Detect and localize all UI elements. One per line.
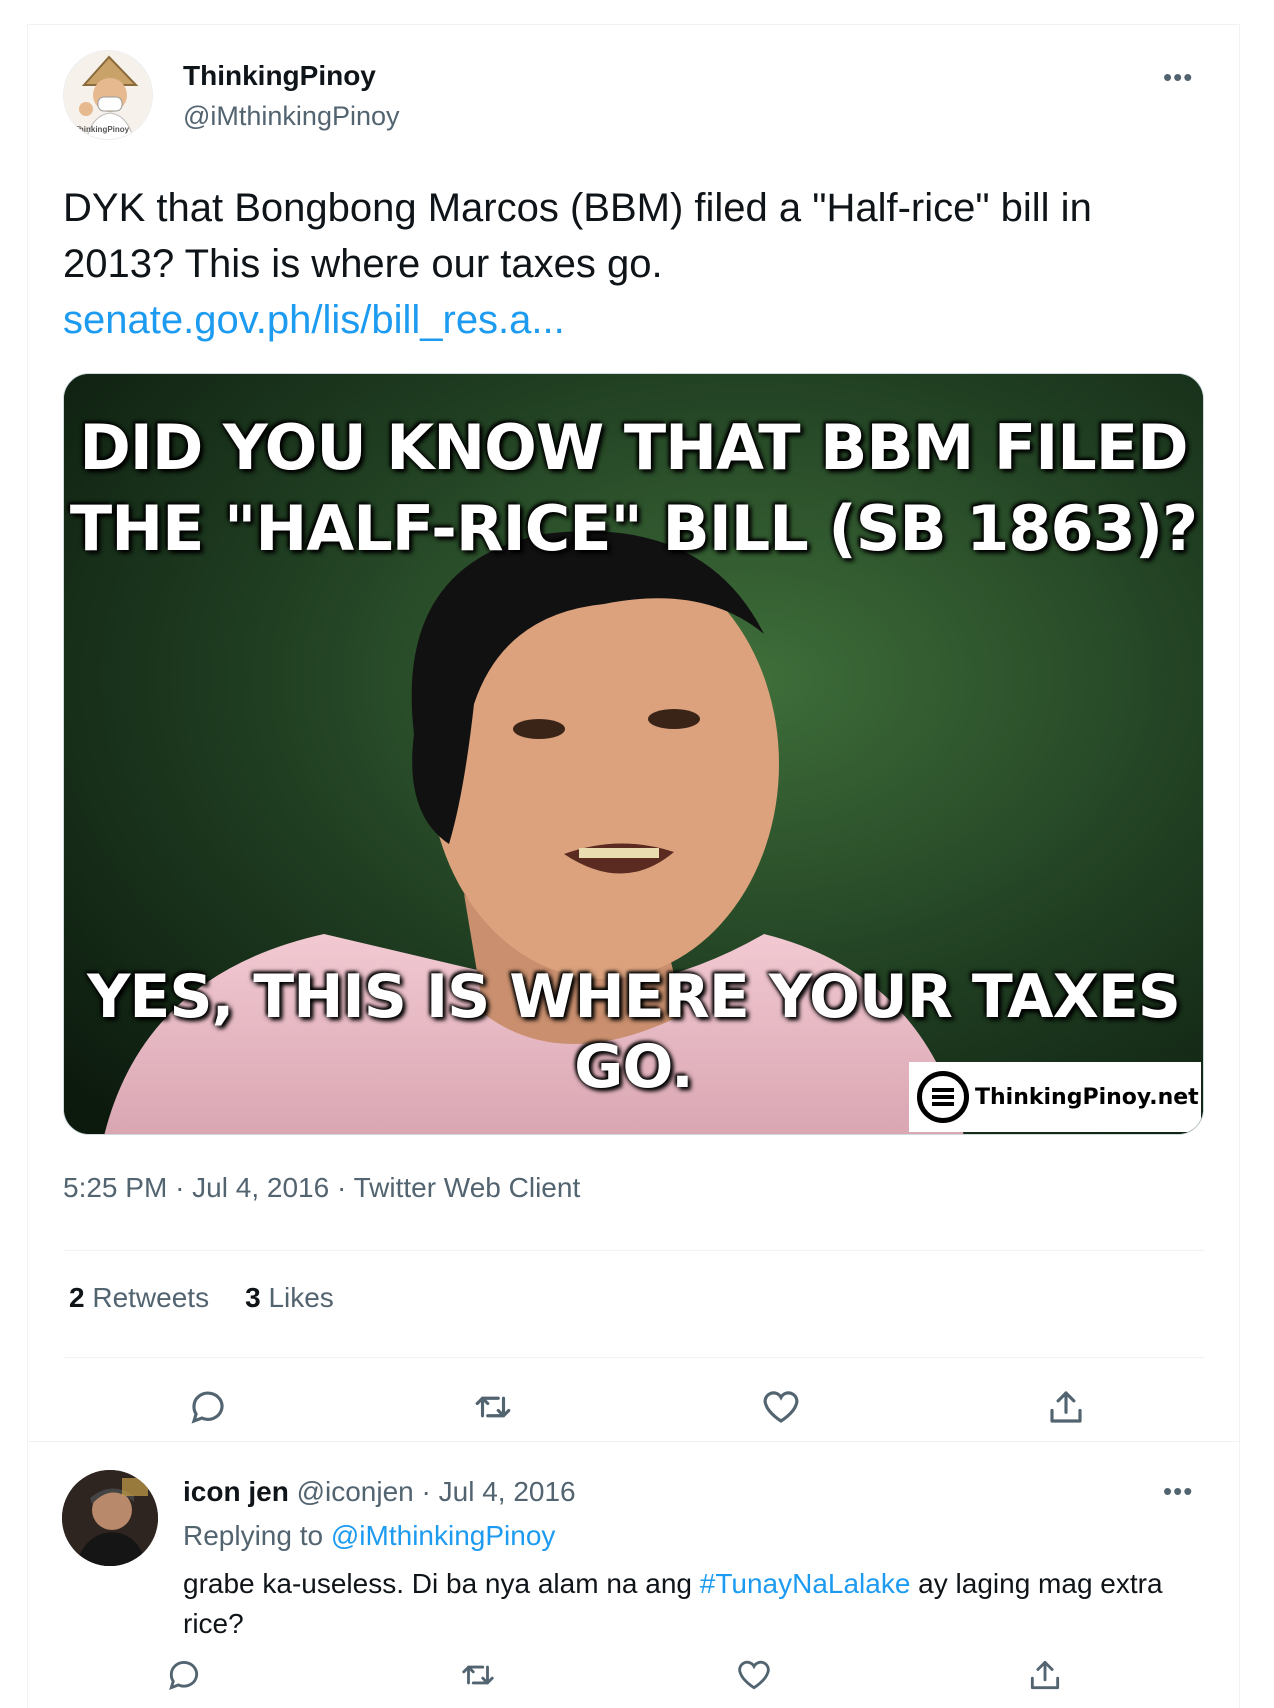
reply-text-before: grabe ka-useless. Di ba nya alam na ang — [183, 1568, 700, 1599]
reply-text: grabe ka-useless. Di ba nya alam na ang … — [183, 1564, 1193, 1644]
retweets-count: 2 — [69, 1282, 85, 1313]
reply-avatar[interactable] — [62, 1470, 158, 1566]
reply-avatar-photo — [62, 1470, 158, 1566]
meme-caption-line-2: THE "HALF-RICE" BILL (SB 1863)? — [69, 492, 1198, 565]
reply-author-name[interactable]: icon jen — [183, 1476, 289, 1507]
menu-bubble-icon — [917, 1071, 969, 1123]
reply-date[interactable]: Jul 4, 2016 — [439, 1476, 576, 1507]
heart-icon[interactable] — [756, 1382, 806, 1432]
reply-bubble-icon[interactable] — [159, 1650, 209, 1700]
tweet-link[interactable]: senate.gov.ph/lis/bill_res.a... — [63, 292, 1183, 348]
replying-to-mention[interactable]: @iMthinkingPinoy — [331, 1520, 556, 1551]
watermark-text: ThinkingPinoy.net — [975, 1084, 1199, 1110]
more-dots-icon[interactable]: ••• — [1163, 1478, 1193, 1504]
tweet-actions — [63, 1382, 1204, 1442]
tweet-body: DYK that Bongbong Marcos (BBM) filed a "… — [63, 186, 1092, 286]
tweet-text: DYK that Bongbong Marcos (BBM) filed a "… — [63, 180, 1183, 348]
tweet-meta: 5:25 PM · Jul 4, 2016 · Twitter Web Clie… — [63, 1172, 580, 1204]
retweets-label: Retweets — [92, 1282, 210, 1313]
divider — [63, 1250, 1204, 1251]
reply-actions — [63, 1650, 1204, 1708]
tweet-client[interactable]: Twitter Web Client — [354, 1172, 581, 1203]
retweet-icon[interactable] — [453, 1650, 503, 1700]
reply-author-handle[interactable]: @iconjen — [297, 1476, 414, 1507]
meme-caption-line-1: DID YOU KNOW THAT BBM FILED — [79, 411, 1188, 484]
likes-count: 3 — [245, 1282, 261, 1313]
author-name[interactable]: ThinkingPinoy — [183, 60, 376, 92]
replying-to: Replying to @iMthinkingPinoy — [183, 1520, 555, 1552]
author-avatar[interactable]: ThinkingPinoy — [63, 50, 153, 140]
likes-stat[interactable]: 3 Likes — [245, 1282, 334, 1313]
retweet-icon[interactable] — [468, 1382, 518, 1432]
watermark: ThinkingPinoy.net — [909, 1062, 1201, 1132]
tweet-stats: 2 Retweets 3 Likes — [69, 1282, 334, 1314]
replying-to-label: Replying to — [183, 1520, 324, 1551]
more-dots-icon[interactable]: ••• — [1163, 64, 1193, 90]
likes-label: Likes — [268, 1282, 334, 1313]
divider — [63, 1357, 1204, 1358]
share-icon[interactable] — [1020, 1650, 1070, 1700]
tweet-time[interactable]: 5:25 PM — [63, 1172, 167, 1203]
divider — [27, 1441, 1240, 1442]
reply-bubble-icon[interactable] — [183, 1382, 233, 1432]
tweet-image[interactable]: DID YOU KNOW THAT BBM FILED THE "HALF-RI… — [63, 373, 1204, 1135]
meta-separator: · — [336, 1172, 354, 1203]
reply-header: icon jen @iconjen · Jul 4, 2016 — [183, 1476, 576, 1508]
reply-hashtag[interactable]: #TunayNaLalake — [700, 1568, 911, 1599]
retweets-stat[interactable]: 2 Retweets — [69, 1282, 209, 1313]
meta-separator: · — [175, 1172, 193, 1203]
heart-icon[interactable] — [729, 1650, 779, 1700]
tweet-date[interactable]: Jul 4, 2016 — [192, 1172, 329, 1203]
author-handle[interactable]: @iMthinkingPinoy — [183, 101, 400, 132]
avatar-caption: ThinkingPinoy — [74, 125, 130, 134]
share-icon[interactable] — [1041, 1382, 1091, 1432]
meta-separator: · — [421, 1476, 431, 1507]
